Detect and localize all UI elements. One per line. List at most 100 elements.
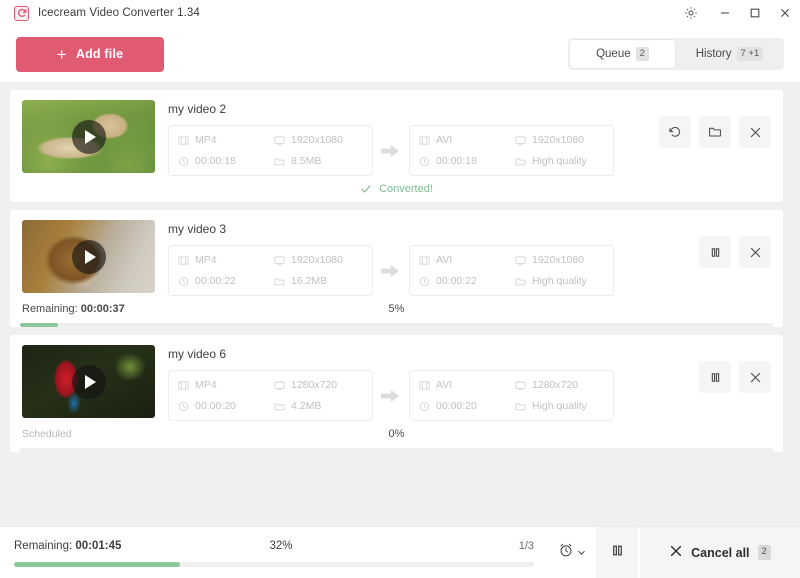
queue-list[interactable]: my video 2 MP4 1920x1080 00:00:18 8.5MB …: [0, 82, 800, 526]
cancel-all-button[interactable]: Cancel all 2: [640, 526, 800, 578]
source-format: MP4: [178, 375, 274, 396]
target-quality: High quality: [515, 271, 611, 292]
queue-item-card[interactable]: my video 6 MP4 1280x720 00:00:20 4.2MB A…: [10, 335, 783, 452]
video-thumbnail[interactable]: [22, 220, 155, 293]
minimize-icon[interactable]: [710, 0, 740, 26]
add-file-label: Add file: [75, 47, 124, 61]
pause-icon[interactable]: [699, 361, 731, 393]
target-format: AVI: [419, 250, 515, 271]
window-title: Icecream Video Converter 1.34: [38, 7, 200, 19]
target-format-text: AVI: [436, 134, 453, 146]
pause-icon[interactable]: [699, 236, 731, 268]
card-progress-labels: Scheduled 0%: [10, 425, 783, 443]
card-progress-bar: [20, 323, 773, 327]
target-quality-text: High quality: [532, 155, 587, 167]
queue-item-card[interactable]: my video 2 MP4 1920x1080 00:00:18 8.5MB …: [10, 90, 783, 202]
overall-progress-bar: [14, 562, 534, 567]
play-icon[interactable]: [71, 364, 106, 399]
source-size: 4.2MB: [274, 396, 370, 417]
card-progress: Remaining: 00:00:37 5%: [10, 296, 783, 327]
target-format-text: AVI: [436, 379, 453, 391]
target-resolution-text: 1920x1080: [532, 254, 584, 266]
tab-queue-badge: 2: [635, 46, 649, 62]
target-duration: 00:00:20: [419, 396, 515, 417]
target-format: AVI: [419, 130, 515, 151]
target-resolution: 1920x1080: [515, 130, 611, 151]
status-badge: Converted!: [10, 176, 783, 202]
target-duration-text: 00:00:22: [436, 275, 477, 287]
source-size: 16.2MB: [274, 271, 370, 292]
refresh-circle-icon: [14, 5, 29, 21]
overall-progress: Remaining: 00:01:45 32% 1/3: [0, 538, 548, 567]
source-size-text: 8.5MB: [291, 155, 322, 167]
pause-all-button[interactable]: [596, 526, 638, 578]
file-name: my video 2: [168, 102, 227, 116]
target-spec-box[interactable]: AVI 1280x720 00:00:20 High quality: [409, 370, 614, 421]
queue-item-card[interactable]: my video 3 MP4 1920x1080 00:00:22 16.2MB…: [10, 210, 783, 327]
target-resolution: 1920x1080: [515, 250, 611, 271]
target-quality: High quality: [515, 396, 611, 417]
source-resolution: 1280x720: [274, 375, 370, 396]
card-progress-fill: [20, 323, 58, 327]
card-body: my video 6 MP4 1280x720 00:00:20 4.2MB A…: [155, 345, 685, 421]
target-resolution-text: 1920x1080: [532, 134, 584, 146]
source-duration-text: 00:00:20: [195, 400, 236, 412]
target-duration: 00:00:22: [419, 271, 515, 292]
source-duration: 00:00:18: [178, 151, 274, 172]
source-size-text: 4.2MB: [291, 400, 322, 412]
target-resolution: 1280x720: [515, 375, 611, 396]
source-resolution-text: 1280x720: [291, 379, 338, 391]
close-icon[interactable]: [739, 236, 771, 268]
source-duration-text: 00:00:22: [195, 275, 236, 287]
convert-arrow-icon: [373, 389, 409, 403]
video-thumbnail[interactable]: [22, 345, 155, 418]
add-file-button[interactable]: + Add file: [16, 36, 164, 72]
card-main: my video 2 MP4 1920x1080 00:00:18 8.5MB …: [10, 100, 783, 176]
source-format-text: MP4: [195, 379, 217, 391]
close-icon[interactable]: [739, 116, 771, 148]
spec-row: MP4 1280x720 00:00:20 4.2MB AVI 1280x720…: [168, 370, 685, 421]
tab-history[interactable]: History 7 +1: [677, 40, 782, 68]
card-percent-text: 0%: [388, 428, 405, 440]
close-icon[interactable]: [739, 361, 771, 393]
source-duration: 00:00:22: [178, 271, 274, 292]
target-duration: 00:00:18: [419, 151, 515, 172]
close-icon[interactable]: [770, 0, 800, 26]
source-resolution-text: 1920x1080: [291, 254, 343, 266]
tab-queue[interactable]: Queue 2: [570, 40, 675, 68]
spec-row: MP4 1920x1080 00:00:22 16.2MB AVI 1920x1…: [168, 245, 685, 296]
source-spec-box: MP4 1280x720 00:00:20 4.2MB: [168, 370, 373, 421]
maximize-icon[interactable]: [740, 0, 770, 26]
video-thumbnail[interactable]: [22, 100, 155, 173]
folder-icon[interactable]: [699, 116, 731, 148]
target-quality: High quality: [515, 151, 611, 172]
target-format: AVI: [419, 375, 515, 396]
source-duration: 00:00:20: [178, 396, 274, 417]
card-percent-text: 5%: [388, 303, 405, 315]
card-main: my video 3 MP4 1920x1080 00:00:22 16.2MB…: [10, 220, 783, 296]
source-size-text: 16.2MB: [291, 275, 328, 287]
status-text: Converted!: [379, 183, 433, 195]
convert-arrow-icon: [373, 264, 409, 278]
bottom-bar: Remaining: 00:01:45 32% 1/3 Cancel all 2: [0, 526, 800, 578]
target-duration-text: 00:00:20: [436, 400, 477, 412]
cancel-all-label: Cancel all: [691, 545, 750, 560]
source-duration-text: 00:00:18: [195, 155, 236, 167]
timer-dropdown[interactable]: [548, 527, 596, 578]
tab-history-badge-extra: +1: [748, 47, 760, 59]
target-quality-text: High quality: [532, 400, 587, 412]
spec-row: MP4 1920x1080 00:00:18 8.5MB AVI 1920x10…: [168, 125, 645, 176]
play-icon[interactable]: [71, 239, 106, 274]
card-actions: [685, 345, 771, 393]
tab-history-badge-count: 7: [740, 47, 746, 59]
target-format-text: AVI: [436, 254, 453, 266]
tab-history-badge: 7 +1: [736, 46, 764, 62]
target-spec-box[interactable]: AVI 1920x1080 00:00:22 High quality: [409, 245, 614, 296]
target-spec-box[interactable]: AVI 1920x1080 00:00:18 High quality: [409, 125, 614, 176]
play-icon[interactable]: [71, 119, 106, 154]
card-actions: [645, 100, 771, 148]
source-size: 8.5MB: [274, 151, 370, 172]
restore-icon[interactable]: [659, 116, 691, 148]
gear-icon[interactable]: [676, 0, 706, 26]
title-bar: Icecream Video Converter 1.34: [0, 0, 800, 26]
